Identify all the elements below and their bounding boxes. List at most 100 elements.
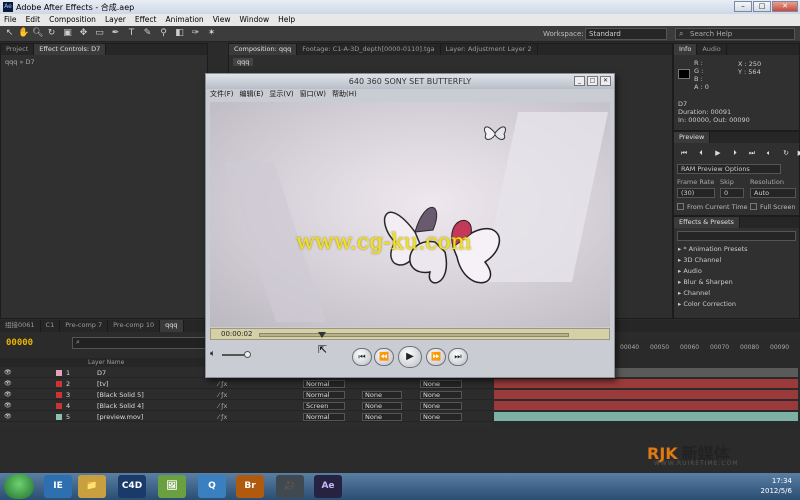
frame-rate-select[interactable]: (30) [677,188,715,198]
close-button[interactable]: ✕ [772,1,798,12]
current-timecode[interactable]: 00000 [6,338,33,348]
blend-mode-select[interactable]: Normal [303,380,345,388]
menu-composition[interactable]: Composition [49,14,96,26]
rotate-tool-icon[interactable]: ↻ [46,28,57,39]
start-button[interactable] [4,474,34,499]
taskbar-video-app[interactable]: 🎥 [276,475,304,498]
player-menu-edit[interactable]: 编辑(E) [240,89,264,100]
parent-select[interactable]: None [420,391,462,399]
label-color[interactable] [56,392,62,398]
eraser-tool-icon[interactable]: ◧ [174,28,185,39]
player-close-button[interactable]: ✕ [600,76,611,86]
skip-to-start-button[interactable]: ⏮ [352,348,372,366]
maximize-button[interactable]: □ [753,1,771,12]
visibility-eye-icon[interactable]: 👁 [4,368,12,378]
effects-item[interactable]: ▸ Audio [678,267,702,275]
taskbar-quicktime[interactable]: Q [198,475,226,498]
layer-row[interactable]: 👁 2 [tv] ⁄ ƒx Normal None [0,379,492,389]
taskbar-explorer[interactable]: 📁 [78,475,106,498]
resolution-select[interactable]: Auto [750,188,796,198]
clone-tool-icon[interactable]: ⚲ [158,28,169,39]
tab-audio[interactable]: Audio [697,44,727,55]
menu-animation[interactable]: Animation [165,14,203,26]
rectangle-tool-icon[interactable]: ▭ [94,28,105,39]
layer-duration-bar[interactable] [494,412,798,421]
layer-row[interactable]: 👁 5 [preview.mov] ⁄ ƒx Normal None None [0,412,492,422]
tab-composition[interactable]: Composition: qqq [229,44,298,55]
layer-name[interactable]: [Black Solid 4] [97,401,144,411]
menu-file[interactable]: File [4,14,17,26]
volume-icon[interactable]: 🔈︎ [210,349,215,359]
pan-behind-tool-icon[interactable]: ✥ [78,28,89,39]
effects-item[interactable]: ▸ 3D Channel [678,256,721,264]
parent-select[interactable]: None [420,402,462,410]
visibility-eye-icon[interactable]: 👁 [4,379,12,389]
menu-effect[interactable]: Effect [135,14,157,26]
effects-item[interactable]: ▸ Channel [678,289,710,297]
minimize-button[interactable]: – [734,1,752,12]
comp-sub-tab[interactable]: qqq [233,58,254,66]
label-color[interactable] [56,370,62,376]
layer-row[interactable]: 👁 4 [Black Solid 4] ⁄ ƒx Screen None None [0,401,492,411]
player-menu-file[interactable]: 文件(F) [210,89,234,100]
skip-to-end-button[interactable]: ⏭ [448,348,468,366]
effects-item[interactable]: ▸ Blur & Sharpen [678,278,733,286]
loop-icon[interactable]: ↻ [779,148,793,158]
video-frame[interactable]: www.cg-ku.com [210,102,610,327]
clock-time[interactable]: 17:34 [772,477,792,485]
layer-name[interactable]: [preview.mov] [97,412,143,422]
parent-select[interactable]: None [420,413,462,421]
pen-tool-icon[interactable]: ✒ [110,28,121,39]
prev-frame-icon[interactable]: ⏴ [694,148,708,158]
menu-edit[interactable]: Edit [26,14,41,26]
from-current-time-checkbox[interactable]: From Current Time [677,203,748,211]
zoom-tool-icon[interactable]: 🔍︎ [32,28,43,39]
track-matte-select[interactable]: None [362,391,402,399]
taskbar-after-effects[interactable]: Ae [314,475,342,498]
full-screen-checkbox[interactable]: Full Screen [750,203,796,211]
tab-footage[interactable]: Footage: C1-A-3D_depth[0000-0110].tga [297,44,441,55]
timeline-search-input[interactable]: ⌕ [72,337,217,349]
layer-duration-bar[interactable] [494,401,798,410]
layer-name[interactable]: D7 [97,368,106,378]
layer-switches[interactable]: ⁄ ƒx [218,390,227,400]
menu-help[interactable]: Help [278,14,295,26]
selection-tool-icon[interactable]: ↖ [4,28,15,39]
hand-tool-icon[interactable]: ✋ [18,28,29,39]
track-matte-select[interactable]: None [362,402,402,410]
parent-select[interactable]: None [420,380,462,388]
last-frame-icon[interactable]: ⏭ [745,148,759,158]
tab-timeline-2[interactable]: C1 [41,320,61,332]
tab-timeline-4[interactable]: Pre-comp 10 [108,320,161,332]
playhead-icon[interactable] [318,332,326,338]
clock-date[interactable]: 2012/5/6 [761,487,792,495]
blend-mode-select[interactable]: Normal [303,391,345,399]
roto-brush-icon[interactable]: ✑ [190,28,201,39]
workspace-select[interactable]: Standard [585,28,667,40]
visibility-eye-icon[interactable]: 👁 [4,412,12,422]
player-menu-view[interactable]: 显示(V) [269,89,293,100]
first-frame-icon[interactable]: ⏮ [677,148,691,158]
scrub-bar[interactable]: 00:00:02 [210,328,610,340]
layer-row[interactable]: 👁 3 [Black Solid 5] ⁄ ƒx Normal None None [0,390,492,400]
taskbar-bridge[interactable]: Br [236,475,264,498]
player-minimize-button[interactable]: _ [574,76,585,86]
effects-item[interactable]: ▸ Color Correction [678,300,736,308]
label-color[interactable] [56,403,62,409]
volume-knob[interactable] [244,351,251,358]
taskbar-cinema4d[interactable]: C4D [118,475,146,498]
ram-preview-icon[interactable]: ▶▶ [796,148,800,158]
menu-view[interactable]: View [213,14,231,26]
tab-layer[interactable]: Layer: Adjustment Layer 2 [441,44,538,55]
tab-preview[interactable]: Preview [674,132,711,143]
text-tool-icon[interactable]: T [126,28,137,39]
next-frame-icon[interactable]: ⏵ [728,148,742,158]
layer-name[interactable]: [tv] [97,379,108,389]
label-color[interactable] [56,414,62,420]
visibility-eye-icon[interactable]: 👁 [4,401,12,411]
puppet-tool-icon[interactable]: ✶ [206,28,217,39]
menu-layer[interactable]: Layer [105,14,126,26]
brush-tool-icon[interactable]: ✎ [142,28,153,39]
tab-effect-controls[interactable]: Effect Controls: D7 [34,44,107,55]
layer-duration-bar[interactable] [494,379,798,388]
